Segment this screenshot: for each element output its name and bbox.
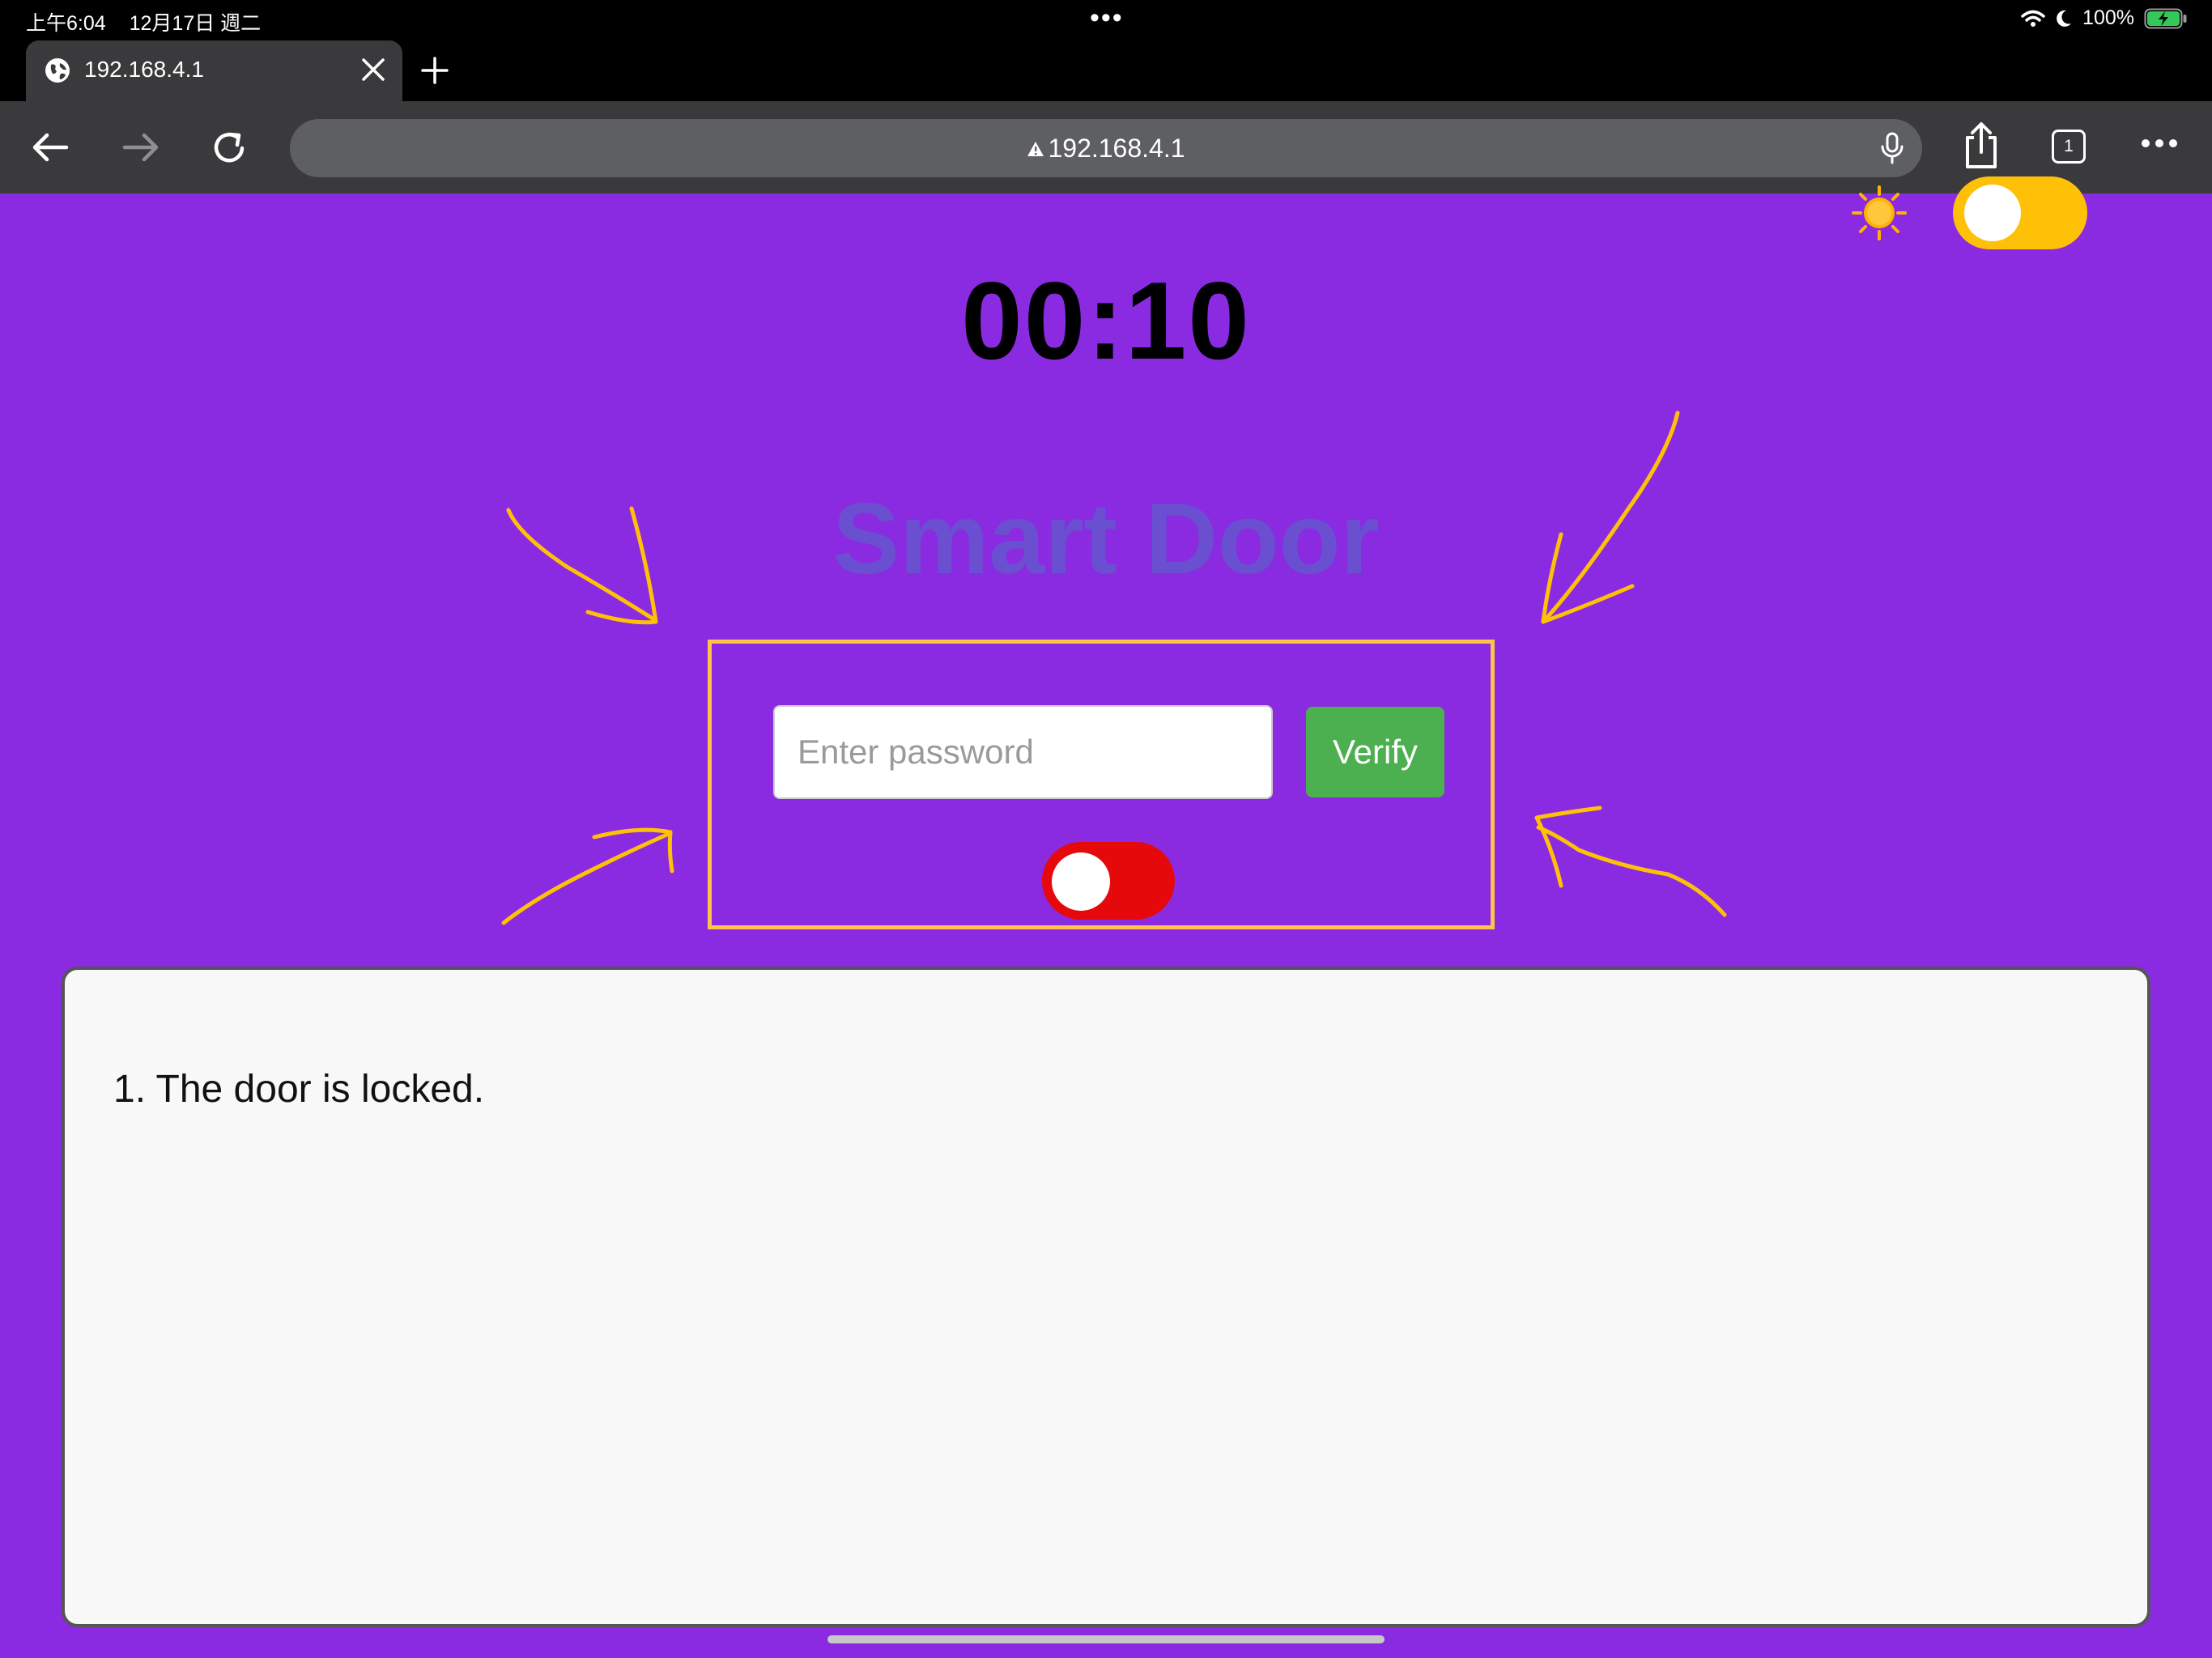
battery-charging-icon	[2144, 8, 2187, 28]
status-time: 上午6:04	[26, 12, 106, 35]
wifi-icon	[2021, 10, 2045, 27]
url-display: 192.168.4.1	[290, 134, 1922, 164]
door-lock-toggle[interactable]	[1042, 842, 1175, 920]
more-options-icon[interactable]	[2141, 138, 2178, 148]
verify-button[interactable]: Verify	[1306, 707, 1444, 797]
countdown-timer: 00:10	[961, 259, 1251, 382]
url-text: 192.168.4.1	[1048, 134, 1185, 163]
theme-toggle[interactable]	[1953, 176, 2087, 249]
home-indicator[interactable]	[827, 1635, 1385, 1643]
battery-percent: 100%	[2082, 6, 2134, 29]
multitasking-dots-icon[interactable]: •••	[1090, 4, 1124, 32]
door-log-panel: 1. The door is locked.	[62, 967, 2150, 1627]
status-left: 上午6:04 12月17日 週二	[26, 7, 279, 36]
status-right: 100%	[2021, 6, 2188, 30]
back-arrow-icon[interactable]	[31, 127, 71, 168]
close-tab-icon[interactable]	[360, 57, 386, 83]
status-bar: 上午6:04 12月17日 週二 ••• 100%	[0, 0, 2212, 40]
tab-title: 192.168.4.1	[84, 57, 204, 82]
share-icon[interactable]	[1961, 121, 2001, 170]
tab-bar: 192.168.4.1	[0, 40, 2212, 101]
door-lock-toggle-knob	[1052, 852, 1110, 911]
forward-arrow-icon[interactable]	[120, 127, 160, 168]
not-secure-warning-icon	[1027, 142, 1044, 156]
page-title: Smart Door	[832, 483, 1380, 595]
status-date: 12月17日 週二	[129, 12, 262, 35]
password-input[interactable]	[773, 705, 1273, 799]
globe-icon	[45, 58, 70, 83]
microphone-icon[interactable]	[1880, 132, 1904, 164]
browser-toolbar: 192.168.4.1 1	[0, 101, 2212, 193]
tab-switcher-button[interactable]: 1	[2052, 130, 2086, 164]
address-bar[interactable]: 192.168.4.1	[290, 119, 1922, 177]
do-not-disturb-moon-icon	[2057, 10, 2072, 27]
sun-icon	[1852, 185, 1907, 240]
new-tab-icon[interactable]	[419, 55, 450, 86]
theme-toggle-knob	[1964, 185, 2021, 241]
moon-icon	[2131, 189, 2180, 234]
browser-tab[interactable]: 192.168.4.1	[26, 40, 402, 101]
login-panel: Verify	[708, 640, 1495, 929]
log-item: 1. The door is locked.	[113, 1068, 485, 1111]
reload-icon[interactable]	[209, 127, 249, 168]
